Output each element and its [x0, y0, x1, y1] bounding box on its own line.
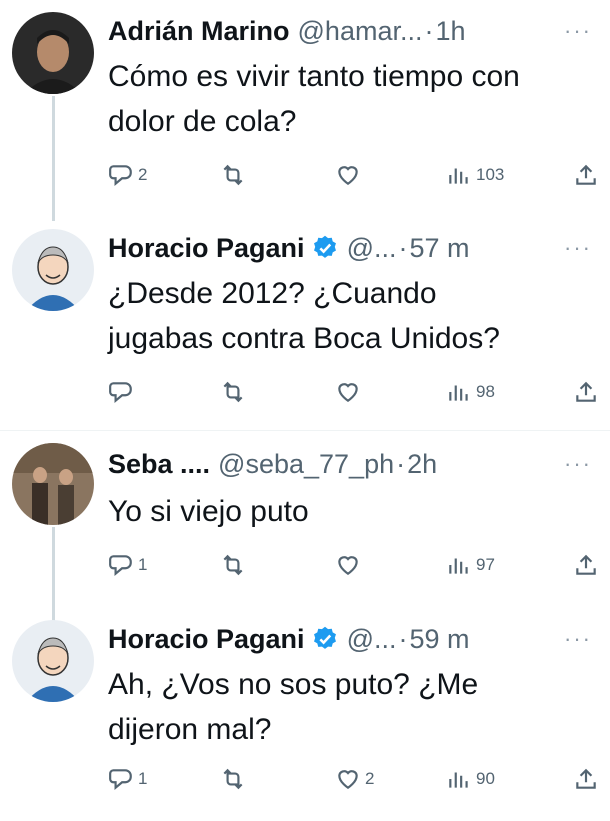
reply-icon [109, 555, 132, 576]
heart-icon [338, 383, 358, 402]
heart-icon [338, 770, 358, 789]
avatar[interactable] [12, 12, 94, 94]
avatar[interactable] [12, 229, 94, 311]
action-bar: 1 2 90 [108, 759, 603, 799]
more-options-icon[interactable]: ··· [564, 626, 592, 652]
retweet-icon [223, 164, 243, 186]
display-name[interactable]: Horacio Pagani [108, 624, 305, 655]
more-options-icon[interactable]: ··· [564, 451, 592, 477]
tweet-header: Horacio Pagani @... · 57 m [108, 229, 470, 267]
views-button[interactable]: 98 [446, 372, 495, 412]
reply-count: 1 [138, 555, 148, 574]
avatar[interactable] [12, 443, 94, 525]
handle[interactable]: @seba_77_ph [218, 449, 394, 480]
timestamp[interactable]: 2h [407, 449, 437, 480]
view-count: 103 [476, 165, 505, 184]
handle[interactable]: @hamar... [298, 16, 423, 47]
reply-button[interactable]: 2 [108, 155, 147, 195]
display-name[interactable]: Horacio Pagani [108, 233, 305, 264]
like-button[interactable] [335, 545, 365, 585]
display-name[interactable]: Adrián Marino [108, 16, 290, 47]
share-button[interactable] [573, 155, 599, 195]
action-bar: 1 97 [108, 545, 603, 585]
tweet-text: Ah, ¿Vos no sos puto? ¿Me dijeron mal? [108, 662, 598, 752]
bar-chart-icon [449, 385, 468, 401]
share-icon [576, 164, 596, 185]
retweet-button[interactable] [220, 759, 250, 799]
share-button[interactable] [573, 545, 599, 585]
share-icon [576, 381, 596, 402]
views-button[interactable]: 103 [446, 155, 504, 195]
reply-button[interactable]: 1 [108, 545, 147, 585]
like-button[interactable] [335, 372, 365, 412]
verified-badge-icon [311, 625, 339, 653]
bar-chart-icon [449, 168, 468, 184]
thread-line [52, 96, 55, 221]
action-bar: 2 103 [108, 155, 603, 195]
share-button[interactable] [573, 372, 599, 412]
bar-chart-icon [449, 558, 468, 574]
tweet-1[interactable]: Adrián Marino @hamar... · 1h ··· Cómo es… [0, 0, 610, 221]
separator-dot: · [424, 15, 434, 46]
reply-icon [109, 382, 132, 403]
retweet-icon [223, 554, 243, 576]
timestamp[interactable]: 1h [435, 16, 465, 47]
display-name[interactable]: Seba .... [108, 449, 210, 480]
tweet-header: Seba .... @seba_77_ph · 2h [108, 445, 437, 483]
view-count: 98 [476, 382, 495, 401]
more-options-icon[interactable]: ··· [564, 18, 592, 44]
reply-icon [109, 769, 132, 790]
reply-icon [109, 165, 132, 186]
tweet-4[interactable]: Horacio Pagani @... · 59 m ··· Ah, ¿Vos … [0, 606, 610, 821]
views-button[interactable]: 90 [446, 759, 495, 799]
separator-dot: · [396, 448, 406, 479]
action-bar: 98 [108, 372, 603, 412]
heart-icon [338, 556, 358, 575]
tweet-text-line: jugabas contra Boca Unidos? [108, 322, 500, 355]
tweet-header: Adrián Marino @hamar... · 1h [108, 12, 466, 50]
bar-chart-icon [449, 772, 468, 788]
separator-dot: · [398, 623, 408, 654]
tweet-header: Horacio Pagani @... · 59 m [108, 620, 470, 658]
share-icon [576, 768, 596, 789]
tweet-text: ¿Desde 2012? ¿Cuando jugabas contra Boca… [108, 271, 598, 361]
verified-badge-icon [311, 234, 339, 262]
tweet-text-line: Yo si viejo puto [108, 495, 309, 528]
like-button[interactable]: 2 [335, 759, 374, 799]
tweet-2[interactable]: Horacio Pagani @... · 57 m ··· ¿Desde 20… [0, 215, 610, 425]
handle[interactable]: @... [347, 624, 397, 655]
reply-button[interactable] [108, 372, 138, 412]
timestamp[interactable]: 59 m [409, 624, 469, 655]
handle[interactable]: @... [347, 233, 397, 264]
timestamp[interactable]: 57 m [409, 233, 469, 264]
view-count: 97 [476, 555, 495, 574]
tweet-text-line: dijeron mal? [108, 713, 272, 746]
tweet-text: Yo si viejo puto [108, 489, 598, 534]
retweet-button[interactable] [220, 372, 250, 412]
tweet-3[interactable]: Seba .... @seba_77_ph · 2h ··· Yo si vie… [0, 431, 610, 622]
tweet-text-line: Ah, ¿Vos no sos puto? ¿Me [108, 668, 479, 701]
views-button[interactable]: 97 [446, 545, 495, 585]
retweet-button[interactable] [220, 155, 250, 195]
tweet-text-line: ¿Desde 2012? ¿Cuando [108, 277, 437, 310]
reply-count: 2 [138, 165, 148, 184]
share-button[interactable] [573, 759, 599, 799]
tweet-text-line: Cómo es vivir tanto tiempo con [108, 60, 520, 93]
more-options-icon[interactable]: ··· [564, 235, 592, 261]
reply-count: 1 [138, 769, 148, 788]
retweet-icon [223, 768, 243, 790]
share-icon [576, 554, 596, 575]
retweet-icon [223, 381, 243, 403]
like-button[interactable] [335, 155, 365, 195]
avatar[interactable] [12, 620, 94, 702]
heart-icon [338, 166, 358, 185]
retweet-button[interactable] [220, 545, 250, 585]
tweet-text: Cómo es vivir tanto tiempo con dolor de … [108, 54, 598, 144]
view-count: 90 [476, 769, 495, 788]
reply-button[interactable]: 1 [108, 759, 147, 799]
separator-dot: · [398, 232, 408, 263]
like-count: 2 [365, 769, 375, 788]
tweet-text-line: dolor de cola? [108, 105, 297, 138]
